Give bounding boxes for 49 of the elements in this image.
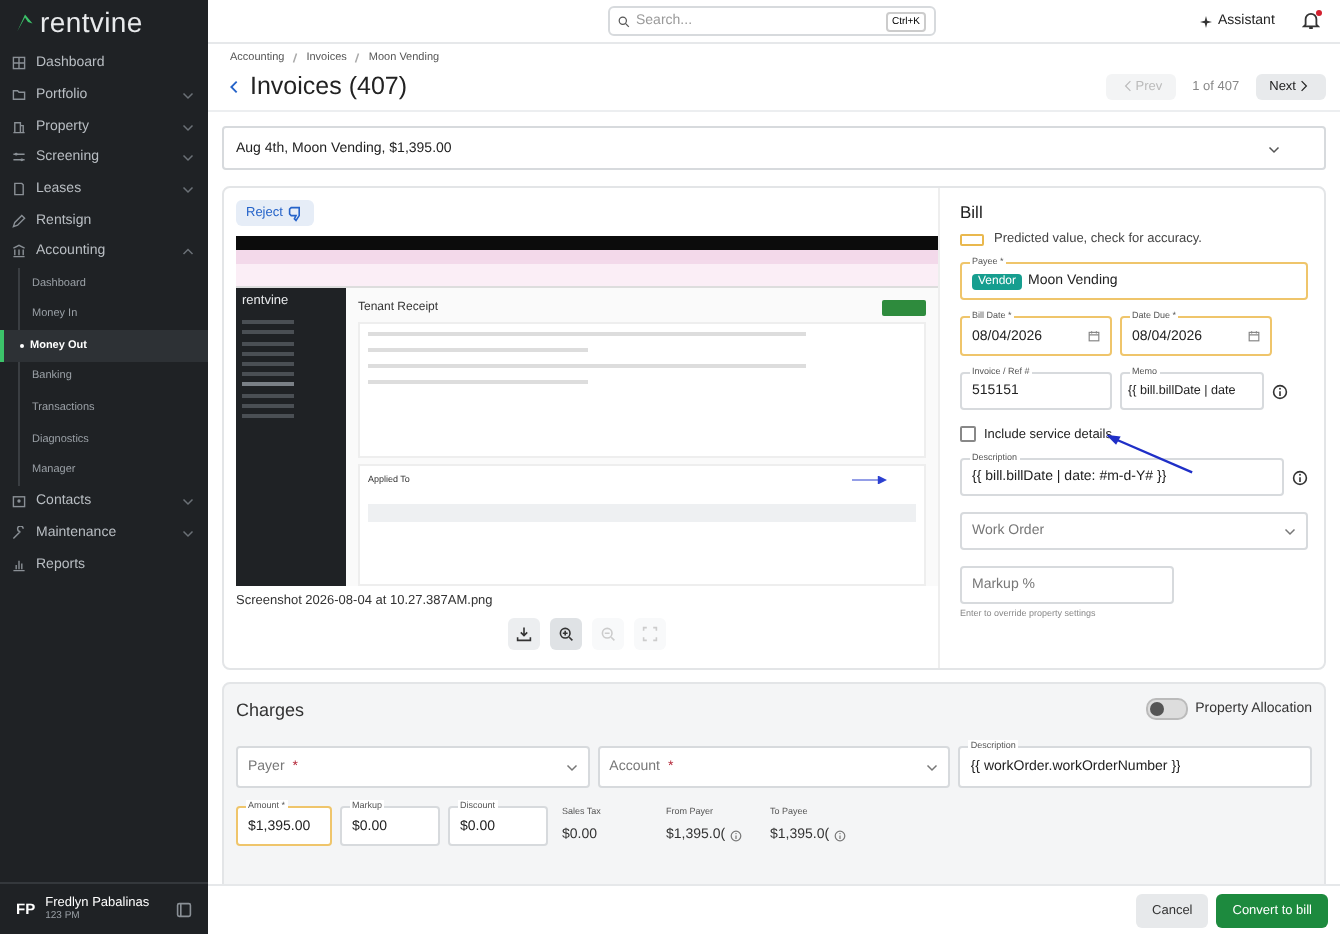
info-icon[interactable] (1272, 383, 1288, 399)
menu-line (242, 413, 294, 418)
menu-line (242, 403, 294, 408)
sliders-icon (12, 150, 26, 165)
menu-line (242, 382, 294, 387)
menu-line (242, 393, 294, 397)
menu-line (242, 320, 294, 325)
chevron-down-icon (565, 762, 578, 772)
pen-icon (12, 213, 26, 228)
menu-line (242, 330, 294, 335)
back-chevron-icon[interactable] (230, 79, 238, 93)
chevron-right-icon (1300, 80, 1308, 92)
sparkle-icon (1200, 15, 1212, 27)
menu-line (242, 351, 294, 356)
page-title: Invoices (407) (250, 72, 410, 100)
calendar-icon (1088, 330, 1100, 342)
predicted-swatch (960, 233, 984, 245)
menu-line (242, 341, 294, 346)
zoom-in-icon[interactable] (550, 618, 582, 650)
bar-chart-icon (12, 557, 26, 572)
chevron-left-icon (1123, 80, 1132, 92)
building-icon (12, 119, 26, 134)
brand-name: rentvine (40, 6, 143, 38)
search-icon (618, 15, 630, 27)
download-icon[interactable] (508, 618, 540, 650)
chevron-down-icon (926, 762, 939, 772)
menu-line (242, 372, 294, 377)
toggle-switch[interactable] (1145, 698, 1188, 720)
section-title: Bill (960, 202, 985, 222)
calendar-icon (1248, 330, 1260, 342)
panel-icon[interactable] (176, 901, 192, 917)
checkbox[interactable] (960, 426, 976, 442)
folder-icon (12, 88, 26, 103)
menu-line (242, 361, 294, 366)
arrow-icon (852, 475, 888, 483)
slash-icon (354, 52, 361, 64)
grid-icon (12, 56, 26, 71)
bell-icon[interactable] (1302, 12, 1320, 30)
wrench-icon (12, 526, 26, 540)
info-icon[interactable] (1292, 469, 1308, 485)
thumbs-down-icon (288, 205, 305, 221)
section-title: Charges (236, 699, 305, 719)
chevron-down-icon (1284, 526, 1296, 536)
contact-card-icon (12, 494, 26, 509)
action-button-shape (882, 300, 926, 316)
bank-icon (12, 244, 26, 259)
slash-icon (292, 52, 299, 64)
document-icon (12, 182, 26, 197)
chevron-down-icon (1268, 143, 1280, 153)
